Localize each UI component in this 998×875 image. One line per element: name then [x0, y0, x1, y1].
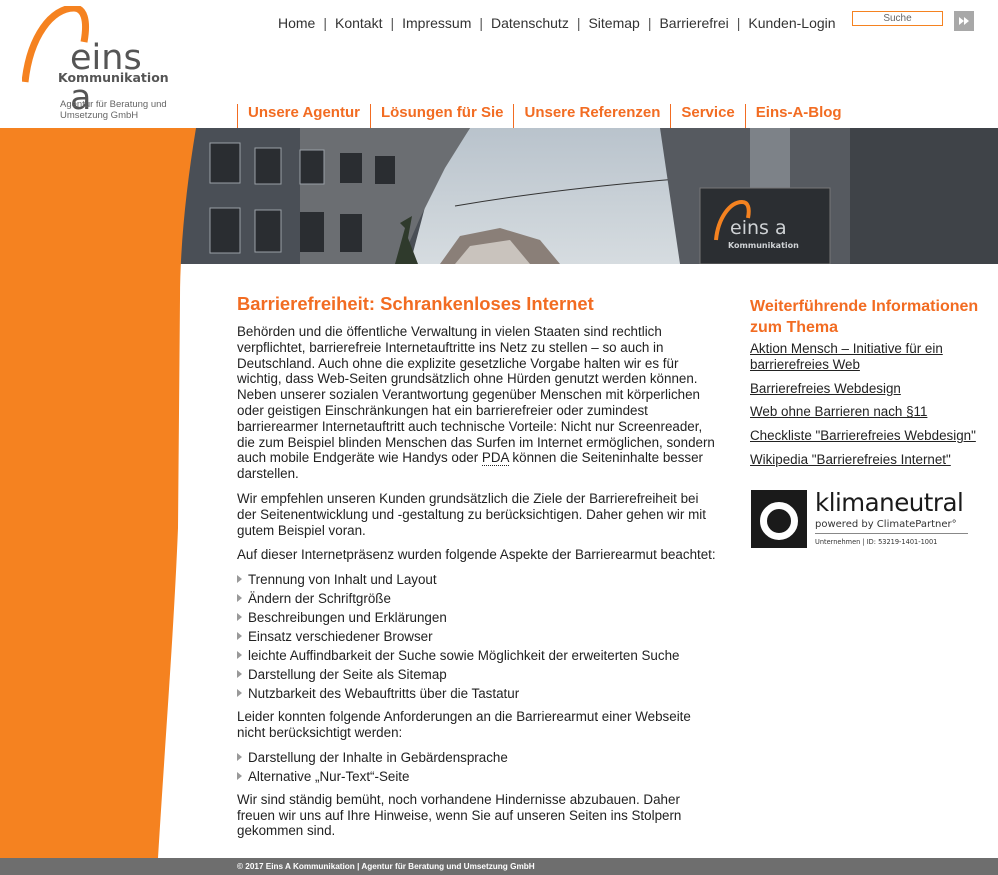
list-item: Darstellung der Inhalte in Gebärdensprac… [237, 750, 720, 769]
orange-curve-shape [0, 128, 196, 858]
mainnav-label: Unsere Referenzen [524, 104, 661, 121]
list-item: leichte Auffindbarkeit der Suche sowie M… [237, 648, 720, 667]
topnav-home[interactable]: Home [278, 15, 315, 31]
top-navigation: Home | Kontakt | Impressum | Datenschutz… [278, 15, 836, 31]
topnav-separator: | [647, 15, 652, 31]
klimaneutral-title: klimaneutral [815, 488, 964, 517]
topnav-separator: | [736, 15, 741, 31]
list-item-text: Darstellung der Inhalte in Gebärdensprac… [248, 749, 508, 765]
list-item-text: leichte Auffindbarkeit der Suche sowie M… [248, 648, 680, 664]
sidebar-link-checkliste[interactable]: Checkliste "Barrierefreies Webdesign" [750, 428, 980, 444]
list-item: Trennung von Inhalt und Layout [237, 572, 720, 591]
missing-aspects-list: Darstellung der Inhalte in Gebärdensprac… [237, 750, 720, 788]
list-item-text: Ändern der Schriftgröße [248, 591, 391, 607]
article-paragraph: Auf dieser Internetpräsenz wurden folgen… [237, 547, 716, 563]
topnav-kunden-login[interactable]: Kunden-Login [748, 15, 835, 31]
paragraph-text: Behörden und die öffentliche Verwaltung … [237, 324, 715, 466]
bullet-arrow-icon [237, 771, 242, 780]
bullet-arrow-icon [237, 752, 242, 761]
mainnav-blog[interactable]: Eins-A-Blog [744, 104, 852, 128]
list-item-text: Einsatz verschiedener Browser [248, 629, 433, 645]
mainnav-label: Service [681, 104, 735, 121]
topnav-datenschutz[interactable]: Datenschutz [491, 15, 569, 31]
bullet-arrow-icon [237, 594, 242, 603]
bullet-arrow-icon [237, 632, 242, 641]
mainnav-referenzen[interactable]: Unsere Referenzen [513, 104, 670, 128]
hero-sign-text: eins a [730, 217, 787, 239]
mainnav-label: Unsere Agentur [248, 104, 360, 121]
bullet-arrow-icon [237, 651, 242, 660]
topnav-impressum[interactable]: Impressum [402, 15, 471, 31]
klimaneutral-powered: powered by ClimatePartner° [815, 519, 957, 530]
hero-sign-sub: Kommunikation [728, 241, 799, 250]
topnav-separator: | [576, 15, 581, 31]
topnav-kontakt[interactable]: Kontakt [335, 15, 382, 31]
main-navigation: Unsere Agentur Lösungen für Sie Unsere R… [237, 104, 852, 128]
logo-subtitle: Kommunikation [58, 70, 169, 85]
klimaneutral-badge[interactable]: klimaneutral powered by ClimatePartner° … [751, 488, 969, 550]
list-item: Alternative „Nur-Text“-Seite [237, 769, 720, 788]
article-paragraph: Behörden und die öffentliche Verwaltung … [237, 324, 720, 482]
sidebar-link-aktion-mensch[interactable]: Aktion Mensch – Initiative für ein barri… [750, 341, 980, 373]
aspects-list: Trennung von Inhalt und Layout Ändern de… [237, 572, 720, 705]
list-item: Einsatz verschiedener Browser [237, 629, 720, 648]
list-item: Beschreibungen und Erklärungen [237, 610, 720, 629]
bullet-arrow-icon [237, 689, 242, 698]
list-item-text: Beschreibungen und Erklärungen [248, 610, 447, 626]
article-paragraph: Wir sind ständig bemüht, noch vorhandene… [237, 791, 682, 839]
climate-partner-logo-icon [751, 490, 807, 548]
list-item-text: Darstellung der Seite als Sitemap [248, 667, 447, 683]
topnav-separator: | [323, 15, 327, 31]
list-item: Nutzbarkeit des Webauftritts über die Ta… [237, 686, 720, 705]
fast-forward-icon [959, 17, 969, 25]
bullet-arrow-icon [237, 670, 242, 679]
footer: © 2017 Eins A Kommunikation | Agentur fü… [0, 858, 998, 875]
tagline: Agentur für Beratung und Umsetzung GmbH [60, 99, 167, 121]
sidebar-title: Weiterführende Informationen zum Thema [750, 298, 979, 336]
bullet-arrow-icon [237, 575, 242, 584]
search-input[interactable]: Suche [852, 11, 943, 26]
list-item: Darstellung der Seite als Sitemap [237, 667, 720, 686]
sidebar-link-wikipedia[interactable]: Wikipedia "Barrierefreies Internet" [750, 452, 980, 468]
divider [815, 533, 968, 534]
sidebar: Weiterführende Informationen zum Thema A… [750, 296, 980, 476]
topnav-separator: | [479, 15, 483, 31]
sidebar-link-webdesign[interactable]: Barrierefreies Webdesign [750, 381, 980, 397]
mainnav-service[interactable]: Service [670, 104, 744, 128]
list-item-text: Trennung von Inhalt und Layout [248, 572, 437, 588]
search-submit-button[interactable] [954, 11, 974, 31]
mainnav-unsere-agentur[interactable]: Unsere Agentur [237, 104, 370, 128]
bullet-arrow-icon [237, 613, 242, 622]
list-item-text: Nutzbarkeit des Webauftritts über die Ta… [248, 686, 520, 702]
mainnav-label: Eins-A-Blog [755, 104, 842, 121]
klimaneutral-id: Unternehmen | ID: 53219-1401-1001 [815, 538, 938, 546]
pda-abbreviation: PDA [481, 450, 509, 467]
article-paragraph: Leider konnten folgende Anforderungen an… [237, 709, 691, 740]
sidebar-link-web-ohne-barrieren[interactable]: Web ohne Barrieren nach §11 [750, 404, 980, 420]
topnav-barrierefrei[interactable]: Barrierefrei [659, 15, 728, 31]
article-paragraph: Wir empfehlen unseren Kunden grundsätzli… [237, 490, 706, 538]
topnav-separator: | [390, 15, 395, 31]
mainnav-loesungen[interactable]: Lösungen für Sie [369, 104, 514, 128]
article: Barrierefreiheit: Schrankenloses Interne… [237, 294, 720, 848]
article-title: Barrierefreiheit: Schrankenloses Interne… [237, 293, 594, 314]
mainnav-label: Lösungen für Sie [380, 104, 504, 121]
list-item-text: Alternative „Nur-Text“-Seite [248, 768, 410, 784]
list-item: Ändern der Schriftgröße [237, 591, 720, 610]
footer-copyright: © 2017 Eins A Kommunikation | Agentur fü… [237, 862, 535, 871]
topnav-sitemap[interactable]: Sitemap [588, 15, 639, 31]
